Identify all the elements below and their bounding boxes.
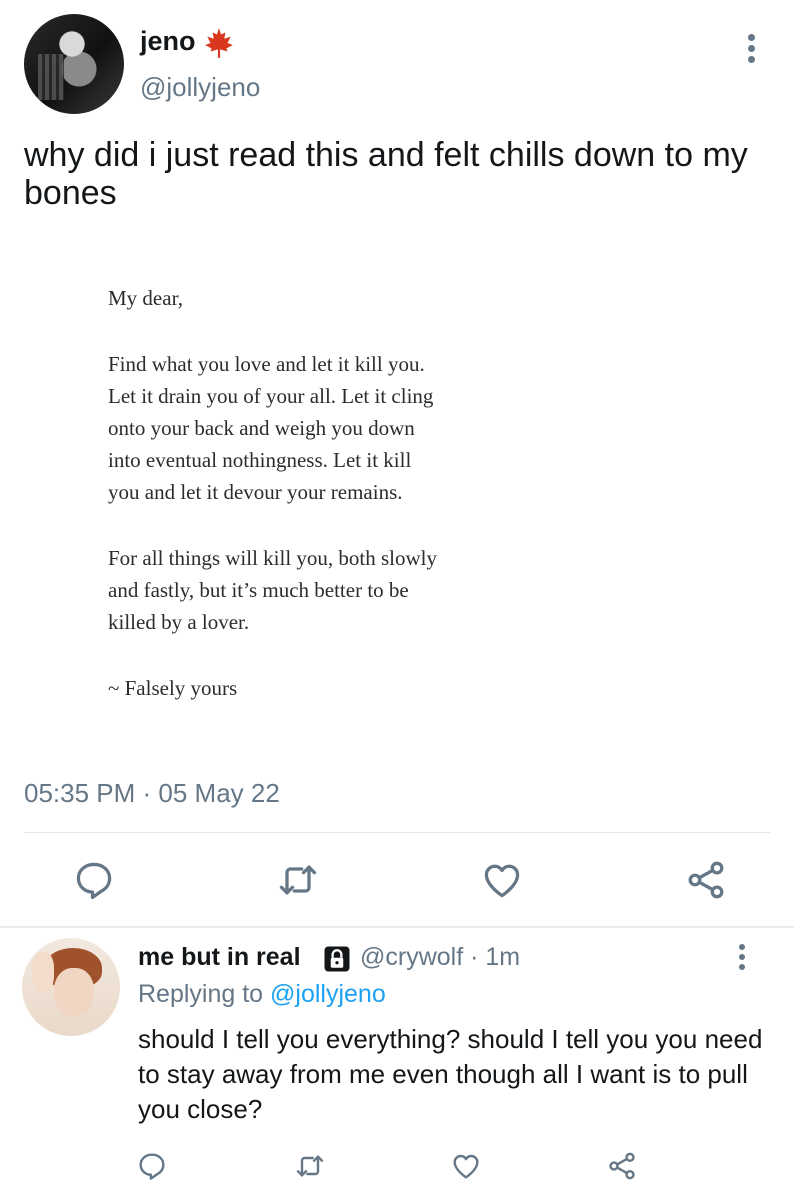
like-icon[interactable] — [450, 1150, 482, 1182]
retweet-icon[interactable] — [294, 1150, 326, 1182]
tweet-timestamp[interactable]: 05:35 PM · 05 May 22 — [24, 778, 280, 809]
maple-leaf-icon — [205, 28, 233, 58]
letter-greeting: My dear, — [108, 286, 183, 310]
letter-line: and fastly, but it’s much better to be — [108, 578, 409, 602]
reply-author-name[interactable]: me but in real — [138, 943, 301, 972]
main-tweet: jeno @jollyjeno why did i just read this… — [0, 0, 794, 927]
letter-line: into eventual nothingness. Let it kill — [108, 448, 412, 472]
letter-line: you and let it devour your remains. — [108, 480, 403, 504]
reply-author-handle-time[interactable]: @crywolf · 1m — [360, 943, 520, 972]
reply-author-avatar[interactable] — [22, 938, 120, 1036]
letter-line: onto your back and weigh you down — [108, 416, 415, 440]
share-icon[interactable] — [684, 858, 728, 902]
replying-to-prefix: Replying to — [138, 980, 264, 1008]
letter-line: For all things will kill you, both slowl… — [108, 546, 438, 570]
replying-to-handle-link[interactable]: @jollyjeno — [270, 980, 386, 1008]
author-name[interactable]: jeno — [140, 26, 196, 57]
reply-time: · 1m — [470, 943, 521, 971]
author-avatar[interactable] — [24, 14, 124, 114]
letter-signoff: ~ Falsely yours — [108, 676, 238, 700]
retweet-icon[interactable] — [276, 858, 320, 902]
letter-line: Let it drain you of your all. Let it cli… — [108, 384, 434, 408]
tweet-image-letter[interactable]: My dear, Find what you love and let it k… — [108, 282, 628, 704]
tweet-text: why did i just read this and felt chills… — [24, 136, 748, 212]
reply-more-options-icon[interactable] — [728, 940, 756, 978]
reply-icon[interactable] — [136, 1150, 168, 1182]
reply-icon[interactable] — [72, 858, 116, 902]
lock-icon — [324, 946, 350, 972]
more-options-icon[interactable] — [736, 30, 766, 70]
reply-text: should I tell you everything? should I t… — [138, 1024, 763, 1124]
share-icon[interactable] — [606, 1150, 638, 1182]
divider — [24, 832, 770, 833]
letter-line: Find what you love and let it kill you. — [108, 352, 425, 376]
like-icon[interactable] — [480, 858, 524, 902]
reply-tweet: me but in real @crywolf · 1m Replying to… — [0, 928, 794, 1200]
reply-author-handle[interactable]: @crywolf — [360, 943, 463, 971]
author-handle[interactable]: @jollyjeno — [140, 72, 260, 103]
replying-to: Replying to @jollyjeno — [138, 980, 386, 1009]
letter-line: killed by a lover. — [108, 610, 250, 634]
